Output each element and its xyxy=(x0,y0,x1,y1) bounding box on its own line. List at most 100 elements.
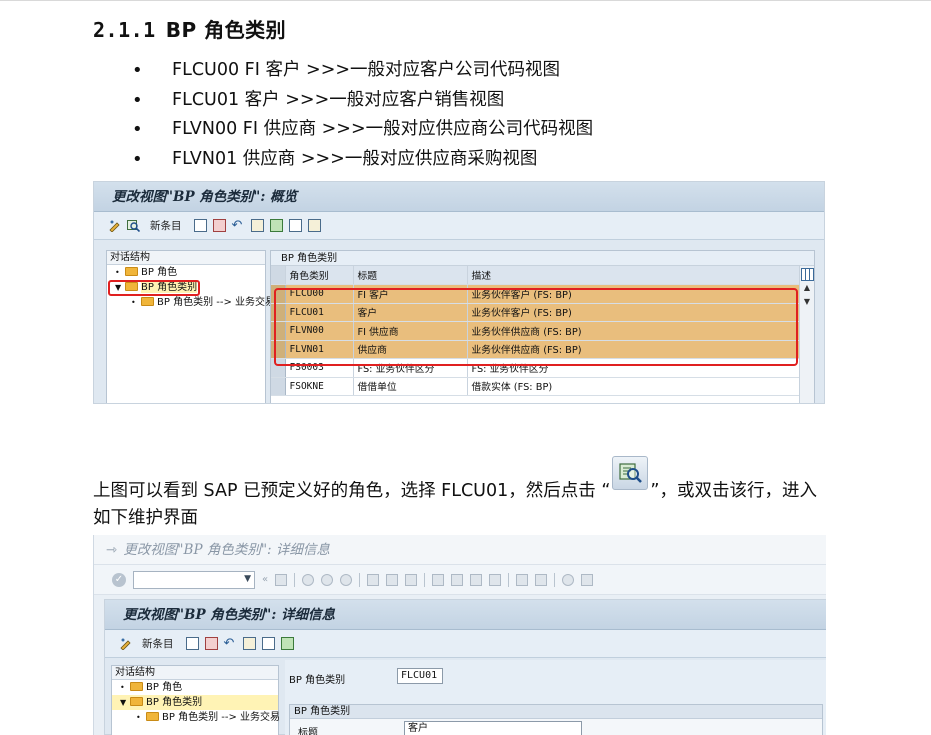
tree-item-business-transaction[interactable]: • BP 角色类别 --> 业务交易 xyxy=(112,710,280,725)
dialog-structure-panel: 对话结构 • BP 角色 ▼ BP 角色类别 • BP 角色类别 --> 业务交易 xyxy=(106,250,275,403)
row-selector[interactable] xyxy=(271,377,286,396)
vertical-scrollbar[interactable]: ▲ ▼ xyxy=(799,266,814,403)
first-page-icon[interactable] xyxy=(432,573,445,586)
toolbar-separator xyxy=(359,572,361,587)
find-icon[interactable] xyxy=(386,573,399,586)
next-page-icon[interactable] xyxy=(470,573,483,586)
table-header-row: 角色类别 标题 描述 xyxy=(271,266,801,285)
details-magnifier-icon[interactable] xyxy=(127,219,141,233)
table-row[interactable]: FLVN01 供应商 业务伙伴供应商 (FS: BP) xyxy=(271,340,801,359)
table-row[interactable]: FLCU01 客户 业务伙伴客户 (FS: BP) xyxy=(271,303,801,322)
previous-page-icon[interactable] xyxy=(451,573,464,586)
copy-as-icon[interactable] xyxy=(193,219,207,232)
table-row[interactable]: FLCU00 FI 客户 业务伙伴客户 (FS: BP) xyxy=(271,284,801,304)
print-icon[interactable] xyxy=(367,573,380,586)
other-entry-icon[interactable] xyxy=(280,637,294,650)
title-field[interactable]: 客户 xyxy=(404,721,582,735)
description-cell: FS: 业务伙伴区分 xyxy=(467,358,801,378)
window-menu-icon[interactable]: ⇾ xyxy=(106,542,117,558)
new-entries-button[interactable]: 新条目 xyxy=(142,636,174,651)
undo-icon[interactable]: ↶ xyxy=(224,637,237,650)
instruction-paragraph-continued: 如下维护界面 xyxy=(93,508,198,528)
sap-overview-screenshot: 更改视图"BP 角色类别": 概览 新条目 ↶ 对话结构 • BP 角色 ▼ BP … xyxy=(93,181,825,404)
last-page-icon[interactable] xyxy=(489,573,502,586)
column-header[interactable]: 描述 xyxy=(467,266,801,285)
layout-menu-icon[interactable] xyxy=(581,573,594,586)
save-icon[interactable] xyxy=(275,573,288,586)
new-session-icon[interactable] xyxy=(516,573,529,586)
select-all-icon[interactable] xyxy=(250,219,264,232)
app-toolbar: 新条目 ↶ xyxy=(105,630,826,658)
delete-icon[interactable] xyxy=(204,637,218,650)
dialog-structure-header: 对话结构 xyxy=(112,666,278,680)
shortcut-icon[interactable] xyxy=(535,573,548,586)
group-header: BP 角色类别 xyxy=(290,705,822,719)
scroll-up-icon[interactable]: ▲ xyxy=(800,281,814,295)
role-category-cell: FSOKNE xyxy=(285,377,354,396)
enter-check-icon[interactable]: ✓ xyxy=(112,572,126,587)
row-selector[interactable] xyxy=(271,358,286,378)
new-entries-button[interactable]: 新条目 xyxy=(150,218,182,233)
help-icon[interactable] xyxy=(562,573,575,586)
column-header[interactable]: 角色类别 xyxy=(285,266,354,285)
deselect-all-icon[interactable] xyxy=(288,219,302,232)
sap-detail-screenshot: ⇾ 更改视图"BP 角色类别": 详细信息 ✓ ▼ « 更改视图"BP 角色类别"… xyxy=(93,535,826,735)
delete-icon[interactable] xyxy=(212,219,226,232)
command-field[interactable]: ▼ xyxy=(133,570,255,589)
copy-as-icon[interactable] xyxy=(185,637,199,650)
title-cell: FS: 业务伙伴区分 xyxy=(353,358,468,378)
edit-display-icon[interactable] xyxy=(119,637,132,651)
back-chevron-icon[interactable]: « xyxy=(262,574,268,585)
column-header[interactable]: 标题 xyxy=(353,266,468,285)
toolbar-separator xyxy=(508,572,510,587)
section-title: BP 角色类别 xyxy=(165,18,287,42)
table-settings-icon[interactable] xyxy=(801,268,814,281)
row-selector[interactable] xyxy=(271,303,286,322)
role-category-field[interactable]: FLCU01 xyxy=(397,668,443,684)
table-row[interactable]: FSOKNE 借借单位 借款实体 (FS: BP) xyxy=(271,377,801,396)
grid-caption: BP 角色类别 xyxy=(271,251,814,266)
role-category-cell: FLVN00 xyxy=(285,321,354,341)
title-cell: 客户 xyxy=(353,303,468,322)
tree-item-bp-role[interactable]: • BP 角色 xyxy=(112,680,278,695)
tree-item-bp-role[interactable]: • BP 角色 xyxy=(107,265,265,280)
title-cell: 供应商 xyxy=(353,340,468,359)
detail-screen: 更改视图"BP 角色类别": 详细信息 新条目 ↶ 对话结构 • BP 角色 ▼ B… xyxy=(104,599,826,735)
role-category-cell: FS0003 xyxy=(285,358,354,378)
expand-arrow-icon[interactable]: ▼ xyxy=(120,695,130,710)
row-selector[interactable] xyxy=(271,284,286,304)
details-magnifier-icon xyxy=(612,456,649,490)
row-selector[interactable] xyxy=(271,321,286,341)
toolbar-separator xyxy=(554,572,556,587)
next-entry-icon[interactable] xyxy=(261,637,275,650)
tree-item-bp-role-category[interactable]: ▼ BP 角色类别 xyxy=(107,280,265,296)
scroll-down-icon[interactable]: ▼ xyxy=(800,295,814,309)
undo-icon[interactable]: ↶ xyxy=(232,219,245,232)
edit-display-icon[interactable] xyxy=(108,219,121,233)
toolbar-separator xyxy=(424,572,426,587)
role-category-cell: FLCU00 xyxy=(285,284,354,304)
previous-entry-icon[interactable] xyxy=(242,637,256,650)
role-category-table: 角色类别 标题 描述 FLCU00 FI 客户 业务伙伴客户 (FS: BP) … xyxy=(271,266,801,396)
exit-icon[interactable] xyxy=(321,573,334,586)
table-row[interactable]: FLVN00 FI 供应商 业务伙伴供应商 (FS: BP) xyxy=(271,321,801,341)
row-selector[interactable] xyxy=(271,340,286,359)
tree-item-business-transaction[interactable]: • BP 角色类别 --> 业务交易 xyxy=(107,295,275,310)
cancel-icon[interactable] xyxy=(340,573,353,586)
folder-icon xyxy=(130,682,143,691)
row-selector-header[interactable] xyxy=(271,266,286,285)
tree-item-bp-role-category[interactable]: ▼ BP 角色类别 xyxy=(112,695,278,710)
system-toolbar: ✓ ▼ « xyxy=(94,565,826,595)
screen-title: 更改视图"BP 角色类别": 概览 xyxy=(94,182,824,212)
print-icon[interactable] xyxy=(307,219,321,232)
description-cell: 业务伙伴供应商 (FS: BP) xyxy=(467,321,801,341)
back-icon[interactable] xyxy=(302,573,315,586)
dropdown-arrow-icon[interactable]: ▼ xyxy=(244,574,251,584)
section-number: 2.1.1 xyxy=(93,18,156,42)
select-block-icon[interactable] xyxy=(269,219,283,232)
title-cell: 借借单位 xyxy=(353,377,468,396)
selection-highlight xyxy=(108,280,200,296)
find-next-icon[interactable] xyxy=(405,573,418,586)
toolbar-separator xyxy=(294,572,296,587)
table-row[interactable]: FS0003 FS: 业务伙伴区分 FS: 业务伙伴区分 xyxy=(271,358,801,378)
